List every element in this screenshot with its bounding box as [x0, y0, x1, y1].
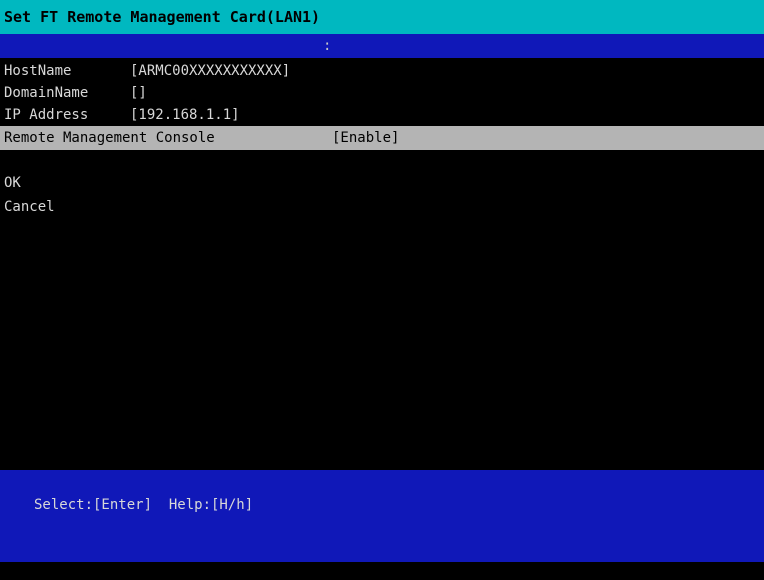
hostname-value: [ARMC00XXXXXXXXXXX]	[130, 63, 291, 79]
domainname-value: []	[130, 85, 147, 101]
ok-button[interactable]: OK	[4, 172, 21, 194]
hostname-field[interactable]: HostName [ARMC00XXXXXXXXXXX]	[4, 60, 404, 82]
remote-management-console-value: [Enable]	[332, 130, 400, 146]
page-title: Set FT Remote Management Card(LAN1)	[0, 0, 764, 34]
bios-setup-screen: Set FT Remote Management Card(LAN1) : Ho…	[0, 0, 764, 580]
help-panel: Select:[Enter] Help:[H/h]	[0, 470, 764, 562]
domainname-field[interactable]: DomainName []	[4, 82, 404, 104]
status-strip: :	[0, 34, 764, 58]
remote-management-console-label: Remote Management Console	[4, 130, 215, 146]
status-indicator: :	[323, 38, 332, 54]
ip-address-value: [192.168.1.1]	[130, 107, 240, 123]
key-help-text: Select:[Enter] Help:[H/h]	[34, 497, 254, 513]
remote-management-console-option[interactable]: Remote Management Console [Enable]	[0, 126, 764, 150]
ip-address-field[interactable]: IP Address [192.168.1.1]	[4, 104, 404, 126]
cancel-button[interactable]: Cancel	[4, 196, 55, 218]
hostname-label: HostName	[4, 63, 72, 79]
ip-address-label: IP Address	[4, 107, 89, 123]
domainname-label: DomainName	[4, 85, 89, 101]
